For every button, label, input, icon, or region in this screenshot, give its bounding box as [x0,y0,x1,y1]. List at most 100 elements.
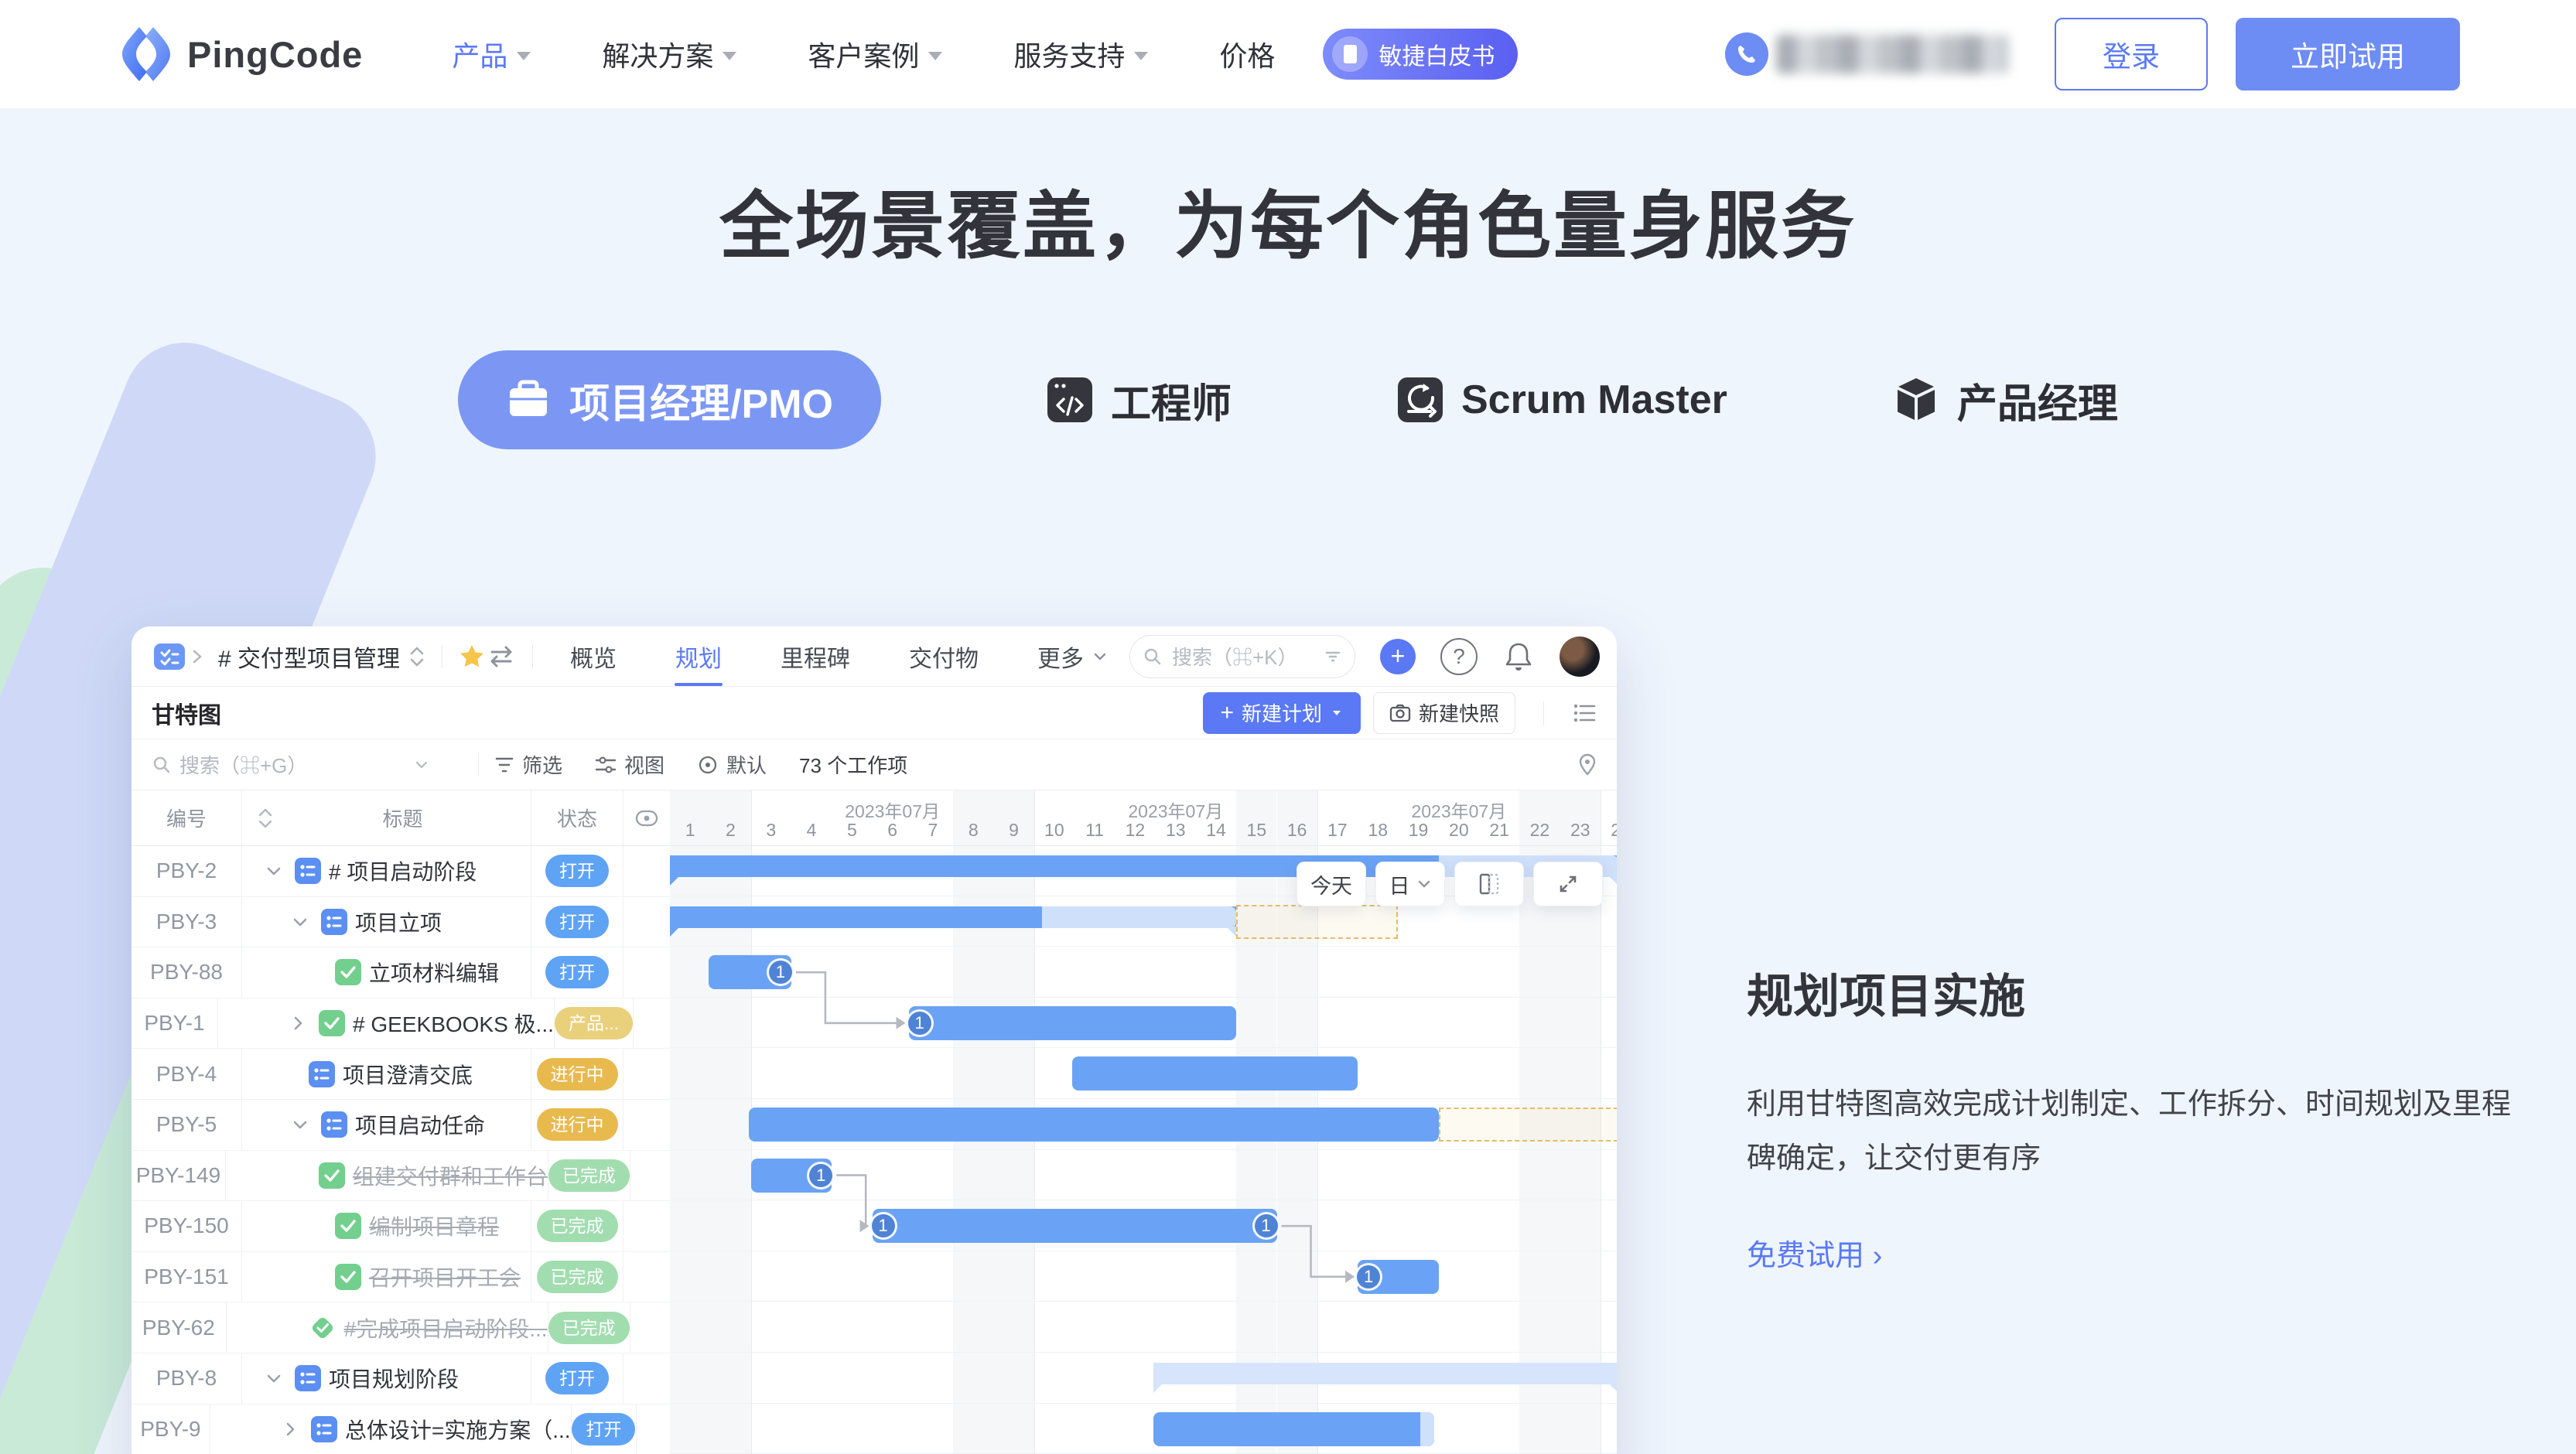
watch-cell[interactable] [624,1049,670,1099]
watch-cell[interactable] [624,947,670,998]
table-row[interactable]: PBY-9总体设计=实施方案（...打开 [132,1405,670,1454]
status-badge[interactable]: 打开 [572,1413,635,1445]
work-item-title[interactable]: 编制项目章程 [369,1210,499,1241]
watch-cell[interactable] [624,897,670,947]
role-tab-0[interactable]: 项目经理/PMO [458,350,881,449]
table-row[interactable]: PBY-151召开项目开工会已完成 [132,1252,670,1303]
column-header-status[interactable]: 状态 [531,790,624,845]
dependency-badge[interactable]: 1 [869,1212,897,1240]
fullscreen-button[interactable] [1533,862,1603,906]
table-row[interactable]: PBY-5项目启动任命进行中 [132,1100,670,1151]
dependency-badge[interactable]: 1 [1252,1212,1280,1240]
column-header-title[interactable]: 标题 [242,790,531,845]
favorite-star-icon[interactable] [458,643,486,671]
login-button[interactable]: 登录 [2055,18,2208,90]
column-header-id[interactable]: 编号 [132,790,242,845]
expand-collapse-icon[interactable] [261,861,287,881]
work-item-title[interactable]: 立项材料编辑 [369,957,499,988]
dependency-badge[interactable]: 1 [906,1009,934,1037]
watch-cell[interactable] [630,1302,670,1353]
try-now-button[interactable]: 立即试用 [2236,18,2460,90]
create-new-button[interactable]: + [1380,639,1416,674]
column-header-watch[interactable] [624,790,670,845]
nav-item-0[interactable]: 产品 [452,34,531,74]
table-row[interactable]: PBY-2# 项目启动阶段打开 [132,846,670,897]
work-item-title[interactable]: 总体设计=实施方案（... [345,1414,571,1445]
status-badge[interactable]: 已完成 [548,1159,630,1192]
new-snapshot-button[interactable]: 新建快照 [1373,692,1515,734]
status-badge[interactable]: 打开 [545,906,609,938]
watch-cell[interactable] [630,1151,670,1201]
expand-toggle-icon[interactable] [277,1419,303,1439]
time-unit-select[interactable]: 日 [1375,862,1445,906]
watch-cell[interactable] [634,998,670,1049]
status-badge[interactable]: 产品... [555,1007,633,1039]
table-row[interactable]: PBY-149组建交付群和工作台已完成 [132,1151,670,1202]
status-badge[interactable]: 进行中 [537,1058,618,1090]
split-panel-button[interactable] [1454,862,1524,906]
role-tab-1[interactable]: 工程师 [1047,371,1232,429]
work-item-title[interactable]: 项目澄清交底 [343,1059,473,1090]
status-badge[interactable]: 已完成 [537,1261,618,1293]
whitepaper-badge[interactable]: 敏捷白皮书 [1323,29,1518,80]
watch-cell[interactable] [624,1353,670,1404]
watch-cell[interactable] [624,846,670,896]
view-button[interactable]: 视图 [595,750,664,779]
gantt-bar[interactable] [1153,1412,1434,1446]
table-row[interactable]: PBY-88立项材料编辑打开 [132,947,670,998]
expand-collapse-icon[interactable] [287,912,313,932]
tab-more[interactable]: 更多 [1037,640,1109,674]
user-avatar[interactable] [1560,637,1600,677]
work-item-title[interactable]: 项目立项 [355,906,442,937]
locate-pin-icon[interactable] [1577,753,1598,777]
expand-collapse-icon[interactable] [287,1114,313,1135]
app-tab-2[interactable]: 里程碑 [781,626,850,686]
gantt-bar[interactable] [749,1108,1439,1142]
dependency-badge[interactable]: 1 [807,1162,835,1189]
global-search-input[interactable]: 搜索（⌘+K） [1129,635,1355,678]
project-folder-icon[interactable] [152,639,187,674]
table-row[interactable]: PBY-150编制项目章程已完成 [132,1201,670,1252]
nav-item-4[interactable]: 价格 [1219,34,1275,74]
table-row[interactable]: PBY-1# GEEKBOOKS 极...产品... [132,998,670,1050]
work-item-title[interactable]: # 项目启动阶段 [329,855,477,886]
status-badge[interactable]: 已完成 [548,1312,630,1344]
gantt-bar[interactable] [1072,1056,1358,1090]
project-title[interactable]: # 交付型项目管理 [218,640,400,674]
list-settings-icon[interactable] [1572,701,1598,725]
gantt-bar[interactable] [1153,1363,1617,1384]
table-row[interactable]: PBY-4项目澄清交底进行中 [132,1049,670,1100]
switch-project-icon[interactable] [408,643,426,670]
watch-cell[interactable] [624,1252,670,1302]
watch-cell[interactable] [624,1201,670,1251]
nav-item-3[interactable]: 服务支持 [1013,34,1148,74]
default-view-button[interactable]: 默认 [697,750,767,779]
status-badge[interactable]: 打开 [545,956,609,988]
logo[interactable]: PingCode [116,22,363,86]
work-item-title[interactable]: 组建交付群和工作台 [353,1160,548,1191]
gantt-bar[interactable] [670,906,1236,928]
swap-icon[interactable] [486,643,517,671]
gantt-bar[interactable] [909,1006,1237,1040]
gantt-bar[interactable] [873,1209,1277,1243]
status-badge[interactable]: 已完成 [537,1210,618,1242]
notifications-bell-icon[interactable] [1502,640,1535,674]
app-tab-1[interactable]: 规划 [675,626,722,686]
work-item-title[interactable]: #完成项目启动阶段... [344,1312,548,1343]
new-plan-button[interactable]: + 新建计划 [1203,692,1361,734]
expand-collapse-icon[interactable] [261,1368,287,1388]
status-badge[interactable]: 打开 [545,1362,609,1394]
dependency-badge[interactable]: 1 [767,958,794,986]
gantt-search-input[interactable]: 搜索（⌘+G） [152,750,430,779]
work-item-title[interactable]: 项目启动任命 [355,1109,485,1140]
watch-cell[interactable] [624,1100,670,1150]
status-badge[interactable]: 打开 [545,855,609,887]
expand-toggle-icon[interactable] [285,1013,311,1033]
app-tab-0[interactable]: 概览 [570,626,617,686]
watch-cell[interactable] [637,1405,670,1454]
role-tab-2[interactable]: Scrum Master [1398,377,1727,423]
search-filter-icon[interactable] [1324,647,1342,666]
table-row[interactable]: PBY-8项目规划阶段打开 [132,1353,670,1405]
filter-button[interactable]: 筛选 [494,750,562,779]
work-item-title[interactable]: 召开项目开工会 [369,1261,521,1292]
